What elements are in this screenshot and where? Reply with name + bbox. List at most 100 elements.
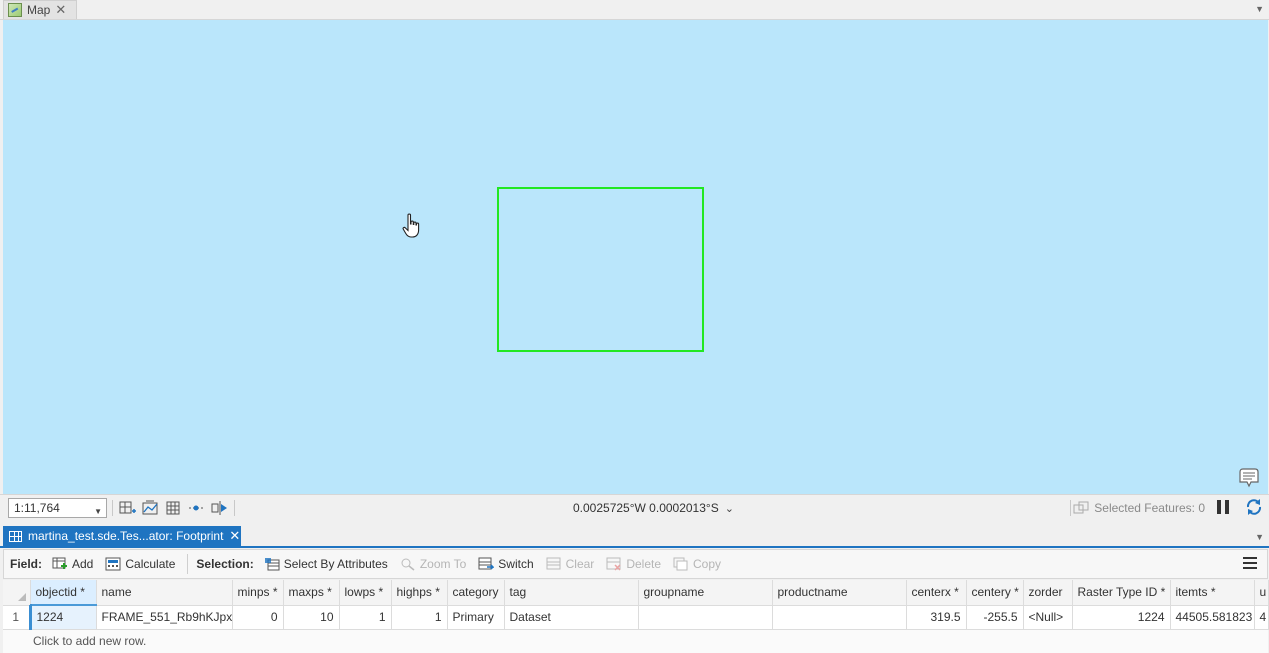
map-status-bar: 1:11,764 ▼ 0.0025725°W 0.0002013°S ⌄ Sel…: [0, 494, 1269, 520]
add-field-button[interactable]: Add: [48, 557, 97, 571]
column-header[interactable]: productname: [772, 580, 907, 606]
coordinate-readout[interactable]: 0.0025725°W 0.0002013°S ⌄: [573, 501, 734, 515]
table-cell[interactable]: 1: [339, 605, 392, 630]
selected-features[interactable]: Selected Features: 0: [1073, 501, 1205, 515]
add-field-icon: [52, 557, 67, 569]
column-header[interactable]: zorder: [1023, 580, 1073, 606]
table-icon: [9, 530, 22, 542]
calculate-field-button[interactable]: Calculate: [101, 557, 179, 571]
zoom-to-button[interactable]: Zoom To: [396, 557, 470, 571]
copy-label: Copy: [693, 557, 722, 571]
table-cell[interactable]: Primary: [447, 605, 505, 630]
sync-view-icon[interactable]: [211, 500, 228, 516]
table-cell[interactable]: 1224: [30, 605, 97, 630]
measure-icon[interactable]: [188, 500, 205, 516]
column-header[interactable]: highps *: [391, 580, 448, 606]
table-cell[interactable]: -255.5: [966, 605, 1024, 630]
grid-icon[interactable]: [165, 500, 182, 516]
clear-label: Clear: [565, 557, 595, 571]
delete-selection-button[interactable]: Delete: [602, 557, 665, 571]
switch-selection-button[interactable]: Switch: [474, 557, 537, 571]
column-header[interactable]: minps *: [232, 580, 284, 606]
tab-map[interactable]: Map ✕: [3, 0, 77, 19]
map-tab-bar: Map ✕ ▼: [0, 0, 1269, 20]
divider: [234, 500, 235, 516]
zoom-to-label: Zoom To: [419, 557, 467, 571]
delete-icon: [606, 557, 621, 571]
column-header[interactable]: centerx *: [906, 580, 967, 606]
selection-label: Selection:: [196, 557, 254, 571]
column-header[interactable]: Raster Type ID *: [1072, 580, 1171, 606]
table-toolbar: Field: Add Calculate Selection: Select B: [3, 549, 1268, 579]
copy-selection-button[interactable]: Copy: [669, 557, 725, 571]
chevron-down-icon: ▼: [94, 507, 102, 516]
column-header[interactable]: maxps *: [283, 580, 340, 606]
chevron-down-icon[interactable]: ⌄: [725, 502, 734, 515]
field-label: Field:: [10, 557, 42, 571]
table-cell[interactable]: 4: [1254, 605, 1269, 630]
select-by-attributes-label: Select By Attributes: [283, 557, 388, 571]
map-notes-icon[interactable]: [1238, 468, 1260, 488]
tab-attribute-table[interactable]: martina_test.sde.Tes...ator: Footprint ✕: [3, 526, 241, 546]
refresh-icon[interactable]: [1245, 498, 1263, 516]
column-header[interactable]: tag: [504, 580, 639, 606]
column-header[interactable]: u: [1254, 580, 1269, 606]
add-label: Add: [72, 557, 94, 571]
copy-icon: [673, 557, 688, 571]
table-cell[interactable]: [638, 605, 773, 630]
menu-icon[interactable]: [1243, 557, 1257, 569]
coordinates-text: 0.0025725°W 0.0002013°S: [573, 501, 719, 515]
table-cell[interactable]: [772, 605, 907, 630]
table-cell[interactable]: 10: [283, 605, 340, 630]
calculate-icon: [105, 557, 121, 571]
divider: [1070, 500, 1071, 516]
table-cell[interactable]: Dataset: [504, 605, 639, 630]
select-by-attributes-button[interactable]: Select By Attributes: [260, 557, 392, 571]
table-cell[interactable]: 1: [391, 605, 448, 630]
column-header[interactable]: lowps *: [339, 580, 392, 606]
delete-label: Delete: [626, 557, 661, 571]
scale-dropdown[interactable]: 1:11,764 ▼: [8, 498, 107, 518]
table-cell[interactable]: <Null>: [1023, 605, 1073, 630]
table-row[interactable]: 1 1224 FRAME_551_Rb9hKJpxN 0 10 1 1 Prim…: [3, 605, 1269, 630]
table-cell[interactable]: FRAME_551_Rb9hKJpxN: [96, 605, 233, 630]
column-header[interactable]: name: [96, 580, 233, 606]
column-header[interactable]: category: [447, 580, 505, 606]
tab-map-label: Map: [27, 3, 51, 17]
hand-cursor-icon: [402, 213, 420, 238]
add-new-row[interactable]: Click to add new row.: [3, 630, 1268, 653]
chevron-down-icon[interactable]: ▼: [1255, 532, 1264, 542]
calculate-label: Calculate: [125, 557, 176, 571]
close-icon[interactable]: ✕: [229, 528, 240, 544]
table-header-row: objectid * name minps * maxps * lowps * …: [3, 580, 1269, 606]
select-by-attributes-icon: [264, 558, 280, 571]
table-cell[interactable]: 1224: [1072, 605, 1171, 630]
selection-icon: [1073, 501, 1089, 514]
chevron-down-icon[interactable]: ▼: [1255, 4, 1264, 14]
attribute-table: objectid * name minps * maxps * lowps * …: [3, 580, 1269, 630]
table-cell[interactable]: 44505.581823: [1170, 605, 1255, 630]
footprint-polygon[interactable]: [497, 187, 704, 352]
column-header[interactable]: itemts *: [1170, 580, 1255, 606]
column-header[interactable]: centery *: [966, 580, 1024, 606]
scale-value: 1:11,764: [14, 501, 60, 515]
selected-features-count: Selected Features: 0: [1094, 501, 1205, 515]
switch-label: Switch: [498, 557, 534, 571]
column-header[interactable]: groupname: [638, 580, 773, 606]
table-cell[interactable]: 319.5: [906, 605, 967, 630]
navigation-tools: [112, 499, 235, 517]
switch-selection-icon: [478, 557, 495, 570]
snapping-icon[interactable]: [142, 500, 159, 516]
map-view[interactable]: [3, 20, 1268, 494]
row-number[interactable]: 1: [3, 605, 32, 630]
pause-drawing-button[interactable]: [1217, 500, 1229, 514]
select-all-corner[interactable]: [3, 580, 31, 606]
fixed-zoom-in-icon[interactable]: [119, 500, 136, 516]
tab-table-label: martina_test.sde.Tes...ator: Footprint: [28, 529, 224, 543]
divider: [187, 554, 189, 574]
divider: [112, 500, 113, 516]
clear-selection-button[interactable]: Clear: [542, 557, 599, 571]
close-icon[interactable]: ✕: [55, 2, 66, 18]
table-cell[interactable]: 0: [232, 605, 284, 630]
column-header[interactable]: objectid *: [30, 580, 97, 606]
